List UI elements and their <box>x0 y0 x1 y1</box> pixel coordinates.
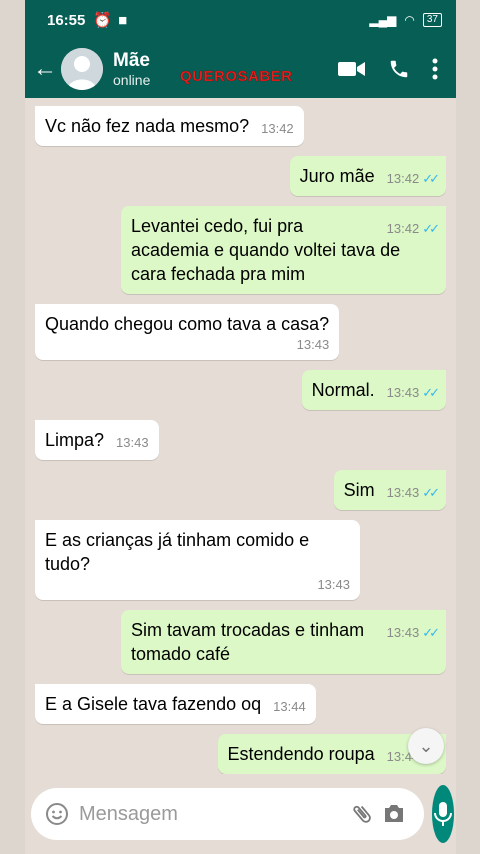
message-time: 13:43 <box>386 385 420 400</box>
message-bubble[interactable]: 13:44 E a Gisele tava fazendo oq <box>35 684 316 724</box>
message-bubble[interactable]: 13:43 ✓✓ Sim <box>333 470 446 510</box>
battery-icon: 37 <box>422 13 442 27</box>
message-meta: 13:42 ✓✓ <box>386 221 440 236</box>
chevron-down-icon[interactable]: ⌄ <box>408 728 444 764</box>
message-time: 13:43 <box>386 625 420 640</box>
read-ticks-icon: ✓✓ <box>422 385 440 400</box>
read-ticks-icon: ✓✓ <box>422 625 440 640</box>
message-time: 13:42 <box>386 171 420 186</box>
more-vert-icon[interactable] <box>432 58 438 80</box>
message-time: 13:42 <box>261 121 294 136</box>
message-meta: 13:43 <box>57 578 350 592</box>
mic-button[interactable] <box>432 785 454 843</box>
incoming-message[interactable]: 13:42 Vc não fez nada mesmo? <box>35 106 446 146</box>
message-text: Juro mãe <box>299 166 375 186</box>
message-time: 13:43 <box>386 485 420 500</box>
outgoing-message[interactable]: 13:43 ✓✓ Sim tavam trocadas e tinham tomad… <box>35 610 446 674</box>
message-bubble[interactable]: 13:42 ✓✓ Juro mãe <box>289 156 446 196</box>
message-meta: 13:43 <box>57 337 330 352</box>
message-text: E as crianças já tinham comido e tudo? <box>45 530 310 574</box>
message-meta: 13:43 ✓✓ <box>386 625 440 640</box>
contact-name: Mãe <box>113 50 150 71</box>
message-text: Sim tavam trocadas e tinham tomado café <box>131 620 365 664</box>
outgoing-message[interactable]: 13:42 ✓✓ Levantei cedo, fui pra academia e… <box>35 206 446 294</box>
emoji-icon[interactable] <box>45 802 69 826</box>
video-call-icon[interactable] <box>338 59 366 79</box>
incoming-message[interactable]: 13:44 E a Gisele tava fazendo oq <box>35 684 446 724</box>
avatar[interactable] <box>61 48 103 90</box>
message-time: 13:43 <box>116 435 149 450</box>
message-bubble[interactable]: 13:42 ✓✓ Levantei cedo, fui pra academia e… <box>121 206 446 294</box>
contact-status: online <box>113 72 151 88</box>
outgoing-message[interactable]: 13:43 ✓✓ Normal. <box>35 370 446 410</box>
incoming-message[interactable]: 13:43 Limpa? <box>35 420 446 460</box>
message-bubble[interactable]: Quando chegou como tava a casa? 13:43 <box>35 304 340 360</box>
attach-icon[interactable] <box>346 802 378 826</box>
back-arrow-icon[interactable]: ← <box>29 55 61 83</box>
message-input[interactable] <box>77 801 346 827</box>
message-text: Quando chegou como tava a casa? <box>45 314 330 334</box>
message-time: 13:42 <box>386 221 420 236</box>
compose-bar <box>25 774 456 854</box>
message-text: Levantei cedo, fui pra academia e quando… <box>131 216 401 284</box>
message-meta: 13:42 <box>261 122 294 136</box>
alarm-icon: ⏰ <box>93 12 113 29</box>
message-list[interactable]: 13:42 Vc não fez nada mesmo? 13:42 ✓✓ Juro m… <box>25 98 456 774</box>
camera-icon[interactable] <box>378 803 410 825</box>
message-time: 13:43 <box>317 577 350 592</box>
message-meta: 13:42 ✓✓ <box>386 171 440 186</box>
watermark: QUEROSABER <box>180 68 293 85</box>
message-time: 13:43 <box>296 337 330 352</box>
outgoing-message[interactable]: 13:44✓✓Estendendo roupa <box>35 734 446 774</box>
video-record-icon: ■ <box>118 11 128 29</box>
read-ticks-icon: ✓✓ <box>422 221 440 236</box>
phone-icon[interactable] <box>388 58 410 80</box>
message-bubble[interactable]: E as crianças já tinham comido e tudo? 13… <box>35 520 360 600</box>
incoming-message[interactable]: E as crianças já tinham comido e tudo? 13… <box>35 520 446 600</box>
message-meta: 13:43 ✓✓ <box>386 385 440 400</box>
message-meta: 13:43 <box>116 436 149 450</box>
message-text: Normal. <box>311 380 375 400</box>
status-bar: 16:55 ⏰ ■ ▂▄▆ ◠ 37 <box>25 0 456 40</box>
message-meta: 13:44 <box>273 700 306 714</box>
message-text: Estendendo roupa <box>227 744 375 764</box>
default-avatar-icon <box>61 48 103 90</box>
incoming-message[interactable]: Quando chegou como tava a casa? 13:43 <box>35 304 446 360</box>
outgoing-message[interactable]: 13:42 ✓✓ Juro mãe <box>35 156 446 196</box>
message-input-box[interactable] <box>31 788 424 840</box>
message-bubble[interactable]: 13:43 ✓✓ Normal. <box>301 370 446 410</box>
read-ticks-icon: ✓✓ <box>422 171 440 186</box>
signal-icon: ▂▄▆ <box>369 13 397 27</box>
message-meta: 13:43 ✓✓ <box>386 485 440 500</box>
mic-icon <box>434 802 452 826</box>
chat-header: ← Mãe online QUEROSABER <box>25 40 456 98</box>
read-ticks-icon: ✓✓ <box>422 485 440 500</box>
message-bubble[interactable]: 13:43 ✓✓ Sim tavam trocadas e tinham tomad… <box>121 610 446 674</box>
phone-screen: 16:55 ⏰ ■ ▂▄▆ ◠ 37 ← Mãe online QUEROSAB… <box>25 0 456 854</box>
message-bubble[interactable]: 13:42 Vc não fez nada mesmo? <box>35 106 304 146</box>
status-time: 16:55 <box>47 11 86 29</box>
wifi-icon: ◠ <box>404 13 415 27</box>
message-text: Limpa? <box>45 430 105 450</box>
message-text: E a Gisele tava fazendo oq <box>45 694 262 714</box>
contact-info[interactable]: Mãe online <box>113 50 150 88</box>
message-text: Sim <box>343 480 375 500</box>
message-text: Vc não fez nada mesmo? <box>45 116 250 136</box>
outgoing-message[interactable]: 13:43 ✓✓ Sim <box>35 470 446 510</box>
message-time: 13:44 <box>273 699 306 714</box>
message-bubble[interactable]: 13:43 Limpa? <box>35 420 159 460</box>
